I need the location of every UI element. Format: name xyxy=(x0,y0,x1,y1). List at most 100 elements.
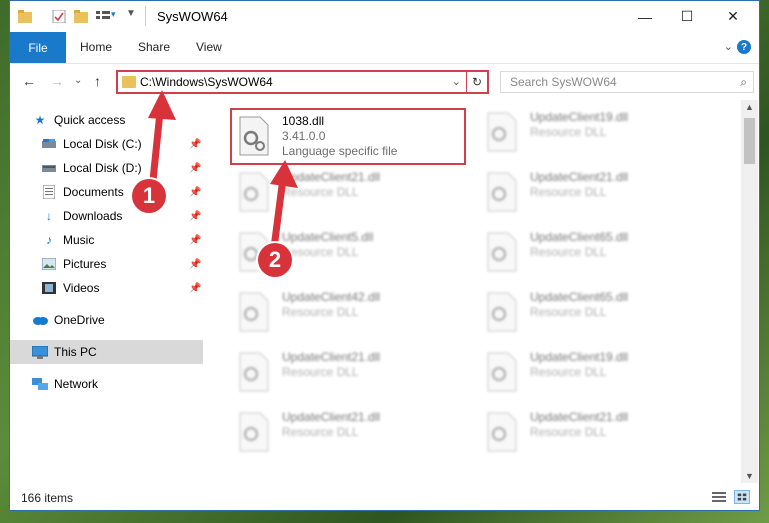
sidebar-item-onedrive[interactable]: OneDrive xyxy=(10,308,203,332)
sidebar-item-label: Downloads xyxy=(63,209,123,223)
maximize-button[interactable]: ☐ xyxy=(664,1,710,32)
pin-icon[interactable]: 📌 xyxy=(189,139,201,150)
file-item[interactable]: UpdateClient21.dll Resource DLL xyxy=(478,164,713,220)
file-item[interactable]: UpdateClient21.dll Resource DLL xyxy=(230,164,465,220)
expand-ribbon-icon[interactable]: ⌄ xyxy=(724,40,733,53)
network-icon xyxy=(32,377,48,391)
help-icon[interactable]: ? xyxy=(737,40,751,54)
file-type: Resource DLL xyxy=(282,305,359,319)
file-item[interactable]: UpdateClient65.dll Resource DLL xyxy=(478,224,713,280)
dll-file-icon xyxy=(487,412,517,452)
vertical-scrollbar[interactable]: ▲ ▼ xyxy=(741,100,758,483)
sidebar-item-downloads[interactable]: ↓ Downloads 📌 xyxy=(10,204,203,228)
star-icon: ★ xyxy=(34,113,46,127)
file-name: UpdateClient65.dll xyxy=(530,230,629,244)
navigation-pane: ★ Quick access Local Disk (C:) 📌 Local D… xyxy=(10,100,203,483)
file-type: Resource DLL xyxy=(282,245,359,259)
file-item[interactable]: UpdateClient65.dll Resource DLL xyxy=(478,284,713,340)
search-input[interactable]: Search SysWOW64 ⌕ xyxy=(500,71,754,93)
file-type: Resource DLL xyxy=(282,425,359,439)
dll-file-icon xyxy=(487,112,517,152)
window-title: SysWOW64 xyxy=(157,9,228,24)
file-item[interactable]: UpdateClient21.dll Resource DLL xyxy=(478,404,713,460)
file-highlight-box xyxy=(230,108,466,165)
pin-icon[interactable]: 📌 xyxy=(189,235,201,246)
tab-share[interactable]: Share xyxy=(138,40,170,54)
ribbon: File Home Share View ⌄ ? xyxy=(10,32,759,64)
file-name: UpdateClient42.dll xyxy=(282,290,381,304)
tab-home[interactable]: Home xyxy=(80,40,112,54)
search-icon: ⌕ xyxy=(740,75,747,89)
sidebar-item-label: Pictures xyxy=(63,257,107,271)
sidebar-item-local-disk-c[interactable]: Local Disk (C:) 📌 xyxy=(10,132,203,156)
file-type: Resource DLL xyxy=(530,365,607,379)
scroll-up-icon[interactable]: ▲ xyxy=(745,102,754,112)
customize-quick-access-icon[interactable]: ▾ xyxy=(111,9,116,20)
refresh-icon[interactable]: ↻ xyxy=(466,72,487,92)
drive-icon xyxy=(41,137,57,151)
sidebar-item-documents[interactable]: Documents 📌 xyxy=(10,180,203,204)
status-bar: 166 items xyxy=(10,487,759,509)
file-name: UpdateClient19.dll xyxy=(530,350,629,364)
back-icon[interactable]: ← xyxy=(22,73,36,89)
up-icon[interactable]: ↑ xyxy=(94,73,101,89)
sidebar-item-label: Videos xyxy=(63,281,100,295)
file-item[interactable]: UpdateClient19.dll Resource DLL xyxy=(478,344,713,400)
tab-view[interactable]: View xyxy=(196,40,222,54)
address-bar[interactable]: C:\Windows\SysWOW64 ⌄ ↻ xyxy=(116,70,489,94)
onedrive-icon xyxy=(32,313,48,327)
minimize-button[interactable]: — xyxy=(622,1,668,32)
large-icons-view-icon[interactable] xyxy=(734,490,750,504)
file-item[interactable]: UpdateClient42.dll Resource DLL xyxy=(230,284,465,340)
file-item[interactable]: UpdateClient21.dll Resource DLL xyxy=(230,344,465,400)
file-type: Resource DLL xyxy=(282,365,359,379)
pin-icon[interactable]: 📌 xyxy=(189,259,201,270)
sidebar-item-label: Local Disk (C:) xyxy=(63,137,142,151)
pin-icon[interactable]: 📌 xyxy=(189,163,201,174)
file-name: UpdateClient21.dll xyxy=(282,410,381,424)
folder-icon xyxy=(18,10,32,23)
view-options-icon[interactable] xyxy=(96,10,110,23)
details-view-icon[interactable] xyxy=(711,490,727,504)
annotation-marker-1: 1 xyxy=(132,179,166,213)
videos-icon xyxy=(41,281,57,295)
tab-file[interactable]: File xyxy=(10,32,66,63)
file-type: Resource DLL xyxy=(530,125,607,139)
scrollbar-thumb[interactable] xyxy=(744,118,755,164)
file-item[interactable]: UpdateClient19.dll Resource DLL xyxy=(478,104,713,160)
pictures-icon xyxy=(41,257,57,271)
file-name: UpdateClient21.dll xyxy=(282,170,381,184)
file-item[interactable]: UpdateClient21.dll Resource DLL xyxy=(230,404,465,460)
sidebar-item-local-disk-d[interactable]: Local Disk (D:) 📌 xyxy=(10,156,203,180)
pin-icon[interactable]: 📌 xyxy=(189,283,201,294)
file-name: UpdateClient21.dll xyxy=(530,170,629,184)
sidebar-item-videos[interactable]: Videos 📌 xyxy=(10,276,203,300)
file-name: UpdateClient65.dll xyxy=(530,290,629,304)
maximize-icon: ☐ xyxy=(680,8,694,24)
sidebar-item-label: Quick access xyxy=(54,113,126,127)
scroll-down-icon[interactable]: ▼ xyxy=(745,471,754,481)
search-placeholder: Search SysWOW64 xyxy=(510,75,617,89)
sidebar-item-quick-access[interactable]: ★ Quick access xyxy=(10,108,203,132)
chevron-down-icon[interactable]: ⌄ xyxy=(452,75,461,88)
dll-file-icon xyxy=(487,292,517,332)
pin-icon[interactable]: 📌 xyxy=(189,187,201,198)
pin-down-icon[interactable]: ▼ xyxy=(126,8,136,19)
dll-file-icon xyxy=(239,292,269,332)
recent-locations-icon[interactable]: ⌄ xyxy=(74,75,82,86)
sidebar-item-pictures[interactable]: Pictures 📌 xyxy=(10,252,203,276)
properties-icon[interactable] xyxy=(52,10,66,23)
minimize-icon: — xyxy=(638,8,652,25)
sidebar-item-music[interactable]: ♪ Music 📌 xyxy=(10,228,203,252)
close-button[interactable]: ✕ xyxy=(710,1,756,32)
pin-icon[interactable]: 📌 xyxy=(189,211,201,222)
file-type: Resource DLL xyxy=(530,305,607,319)
dll-file-icon xyxy=(239,172,269,212)
dll-file-icon xyxy=(487,232,517,272)
pc-icon xyxy=(32,345,48,359)
forward-icon[interactable]: → xyxy=(50,73,64,89)
new-folder-icon[interactable] xyxy=(74,10,88,23)
sidebar-item-this-pc[interactable]: This PC xyxy=(10,340,203,364)
sidebar-item-network[interactable]: Network xyxy=(10,372,203,396)
sidebar-item-label: This PC xyxy=(54,345,97,359)
